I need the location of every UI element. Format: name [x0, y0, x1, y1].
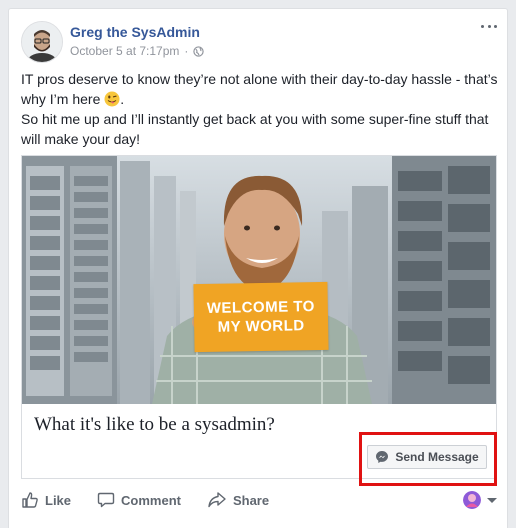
- winking-tongue-emoji-icon: [104, 91, 120, 107]
- send-message-button[interactable]: Send Message: [367, 445, 487, 469]
- post-meta: October 5 at 7:17pm ·: [70, 44, 205, 58]
- post-body: IT pros deserve to know they’re not alon…: [21, 69, 501, 149]
- author-avatar[interactable]: [21, 21, 63, 63]
- post-options-icon[interactable]: [481, 21, 497, 31]
- author-name[interactable]: Greg the SysAdmin: [70, 24, 200, 40]
- globe-icon[interactable]: [193, 45, 205, 57]
- post-text-line-1: IT pros deserve to know they’re not alon…: [21, 71, 498, 107]
- welcome-sign: WELCOME TO MY WORLD: [193, 281, 329, 353]
- like-label: Like: [45, 492, 72, 508]
- comment-label: Comment: [121, 492, 181, 508]
- share-icon: [207, 491, 227, 509]
- post-timestamp[interactable]: October 5 at 7:17pm: [70, 44, 179, 58]
- post-text-line-2: So hit me up and I’ll instantly get back…: [21, 111, 489, 147]
- link-preview-image[interactable]: WELCOME TO MY WORLD: [22, 156, 496, 404]
- post-actions: Like Comment Share: [21, 487, 497, 513]
- messenger-icon: [375, 450, 389, 464]
- share-button[interactable]: Share: [207, 491, 269, 509]
- post-card: Greg the SysAdmin October 5 at 7:17pm · …: [8, 8, 508, 528]
- comment-icon: [97, 491, 115, 509]
- post-as-selector[interactable]: [463, 491, 497, 509]
- meta-separator: ·: [184, 44, 189, 58]
- like-button[interactable]: Like: [21, 491, 71, 509]
- thumbs-up-icon: [21, 491, 39, 509]
- send-message-label: Send Message: [395, 450, 479, 464]
- page-avatar-icon: [463, 491, 481, 509]
- chevron-down-icon: [487, 497, 497, 503]
- comment-button[interactable]: Comment: [97, 491, 181, 509]
- share-label: Share: [232, 492, 270, 508]
- link-preview-card[interactable]: WELCOME TO MY WORLD What it's like to be…: [21, 155, 497, 486]
- link-title[interactable]: What it's like to be a sysadmin?: [34, 414, 275, 436]
